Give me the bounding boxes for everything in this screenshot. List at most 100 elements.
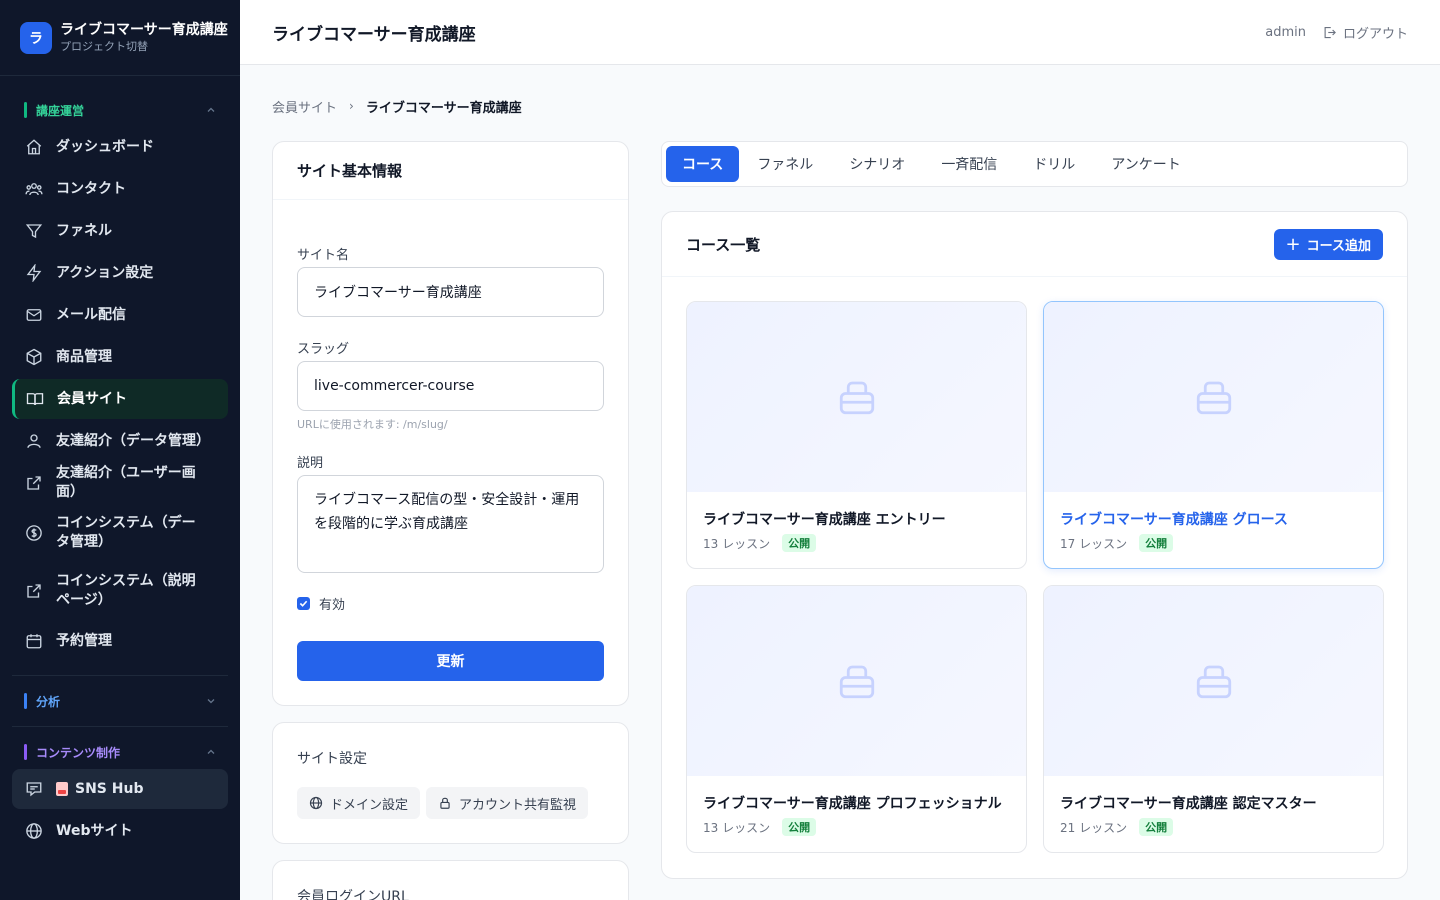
enabled-label: 有効 — [319, 598, 346, 613]
add-course-button[interactable]: + コース追加 — [1273, 229, 1383, 260]
course-card[interactable]: ライブコマーサー育成講座 エントリー 13 レッスン 公開 — [686, 301, 1027, 569]
sidebar-item-label: 予約管理 — [56, 632, 112, 649]
course-title: ライブコマーサー育成講座 認定マスター — [1060, 796, 1317, 812]
sidebar-item-coin-page[interactable]: コインシステム（説明ページ） — [12, 563, 228, 619]
project-switch-label: プロジェクト切替 — [60, 39, 148, 53]
project-switcher[interactable]: ラ ライブコマーサー育成講座 プロジェクト切替 — [0, 0, 240, 76]
sidebar-item-sns-hub[interactable]: SNS Hub — [12, 769, 228, 809]
sidebar-item-dashboard[interactable]: ダッシュボード — [12, 127, 228, 167]
section-label: 分析 — [36, 694, 61, 709]
status-badge: 公開 — [1139, 818, 1174, 836]
project-logo: ラ — [20, 21, 52, 54]
section-analytics[interactable]: 分析 — [24, 690, 216, 712]
status-badge: 公開 — [1139, 534, 1174, 552]
slug-input[interactable]: live-commercer-course — [297, 361, 604, 411]
sidebar-item-member-site[interactable]: 会員サイト — [12, 379, 228, 419]
account-share-monitor-label: アカウント共有監視 — [459, 797, 577, 813]
domain-settings-label: ドメイン設定 — [330, 797, 409, 813]
logout-icon — [1324, 26, 1336, 38]
chevron-up-icon — [207, 107, 215, 112]
course-card[interactable]: ライブコマーサー育成講座 プロフェッショナル 13 レッスン 公開 — [686, 585, 1027, 853]
divider — [12, 726, 228, 727]
course-title: ライブコマーサー育成講座 プロフェッショナル — [703, 796, 1002, 812]
breadcrumb-separator: › — [349, 99, 354, 113]
site-info-title: サイト基本情報 — [273, 142, 628, 200]
login-url-title: 会員ログインURL — [297, 889, 409, 900]
slug-label: スラッグ — [297, 342, 350, 357]
tab-courses[interactable]: コース — [666, 146, 740, 182]
content-tabs: コース ファネル シナリオ 一斉配信 ドリル アンケート — [661, 141, 1408, 187]
logout-button[interactable]: ログアウト — [1322, 23, 1408, 42]
account-share-monitor-button[interactable]: アカウント共有監視 — [426, 787, 589, 819]
tab-survey[interactable]: アンケート — [1093, 146, 1198, 182]
box-icon — [24, 347, 44, 367]
package-icon — [839, 665, 874, 699]
lesson-count: 13 レッスン — [703, 820, 771, 835]
site-settings-card: サイト設定 ドメイン設定 アカウント共有監視 — [272, 722, 629, 844]
course-list-card: コース一覧 + コース追加 ライブコマーサー育成講座 エントリー 13 レッスン… — [661, 211, 1408, 879]
course-card[interactable]: ライブコマーサー育成講座 認定マスター 21 レッスン 公開 — [1043, 585, 1384, 853]
breadcrumb: 会員サイト › ライブコマーサー育成講座 — [272, 96, 522, 116]
sidebar-item-label: アクション設定 — [56, 264, 154, 281]
course-title: ライブコマーサー育成講座 エントリー — [703, 512, 946, 528]
sidebar-item-referral-user[interactable]: 友達紹介（ユーザー画面） — [12, 463, 228, 503]
sidebar-item-label: コンタクト — [56, 180, 126, 197]
description-label: 説明 — [297, 456, 324, 471]
project-name: ライブコマーサー育成講座 — [60, 21, 228, 38]
sidebar-item-label: 友達紹介（ユーザー画面） — [56, 465, 196, 500]
status-badge: 公開 — [782, 534, 817, 552]
breadcrumb-current: ライブコマーサー育成講座 — [365, 100, 522, 116]
sidebar-item-label: 会員サイト — [57, 390, 127, 407]
sidebar-item-coin-data[interactable]: コインシステム（データ管理） — [12, 505, 228, 561]
plus-icon: + — [1285, 233, 1301, 255]
user-name: admin — [1265, 24, 1306, 40]
tab-drill[interactable]: ドリル — [1015, 146, 1093, 182]
chevron-down-icon — [207, 699, 215, 704]
package-icon — [1196, 381, 1231, 415]
domain-settings-button[interactable]: ドメイン設定 — [297, 787, 421, 819]
sidebar-item-products[interactable]: 商品管理 — [12, 337, 228, 377]
tab-scenario[interactable]: シナリオ — [831, 146, 923, 182]
sidebar-item-actions[interactable]: アクション設定 — [12, 253, 228, 293]
course-thumbnail — [687, 302, 1026, 492]
sidebar-item-reservations[interactable]: 予約管理 — [12, 621, 228, 661]
sidebar-item-mail[interactable]: メール配信 — [12, 295, 228, 335]
course-card[interactable]: ライブコマーサー育成講座 グロース 17 レッスン 公開 — [1043, 301, 1384, 569]
dollar-icon — [24, 523, 44, 543]
breadcrumb-parent[interactable]: 会員サイト — [272, 97, 337, 116]
course-thumbnail — [1044, 302, 1383, 492]
sidebar-item-referral-data[interactable]: 友達紹介（データ管理） — [12, 421, 228, 461]
site-settings-title: サイト設定 — [297, 751, 367, 767]
page-title: ライブコマーサー育成講座 — [272, 24, 476, 45]
update-button[interactable]: 更新 — [297, 641, 604, 681]
description-textarea[interactable]: ライブコマース配信の型・安全設計・運用を段階的に学ぶ育成講座 — [297, 475, 604, 573]
sidebar-item-label: Webサイト — [56, 822, 133, 839]
add-course-label: コース追加 — [1306, 239, 1371, 254]
users-icon — [24, 179, 44, 199]
section-content[interactable]: コンテンツ制作 — [24, 741, 216, 763]
sidebar-item-funnel[interactable]: ファネル — [12, 211, 228, 251]
globe-icon — [24, 821, 44, 841]
bolt-icon — [24, 263, 44, 283]
site-name-input[interactable]: ライブコマーサー育成講座 — [297, 267, 604, 317]
enabled-checkbox-row[interactable]: 有効 — [297, 594, 345, 613]
check-icon — [299, 600, 308, 607]
section-course-ops[interactable]: 講座運営 — [24, 99, 216, 121]
tab-broadcast[interactable]: 一斉配信 — [923, 146, 1015, 182]
login-url-card: 会員ログインURL — [272, 860, 629, 900]
status-badge: 公開 — [782, 818, 817, 836]
tab-funnel[interactable]: ファネル — [739, 146, 831, 182]
site-name-label: サイト名 — [297, 248, 350, 263]
sidebar-item-label: コインシステム（データ管理） — [56, 515, 196, 550]
globe-icon — [309, 796, 323, 810]
enabled-checkbox[interactable] — [297, 597, 310, 610]
sidebar-item-label: コインシステム（説明ページ） — [56, 573, 196, 608]
external-link-icon — [24, 581, 44, 601]
sidebar-item-label: ダッシュボード — [56, 138, 154, 155]
sidebar-item-label: メール配信 — [56, 306, 126, 323]
sidebar-item-contacts[interactable]: コンタクト — [12, 169, 228, 209]
calendar-icon — [24, 631, 44, 651]
sidebar-item-website[interactable]: Webサイト — [12, 811, 228, 851]
external-link-icon — [24, 473, 44, 493]
chat-icon — [24, 779, 44, 799]
